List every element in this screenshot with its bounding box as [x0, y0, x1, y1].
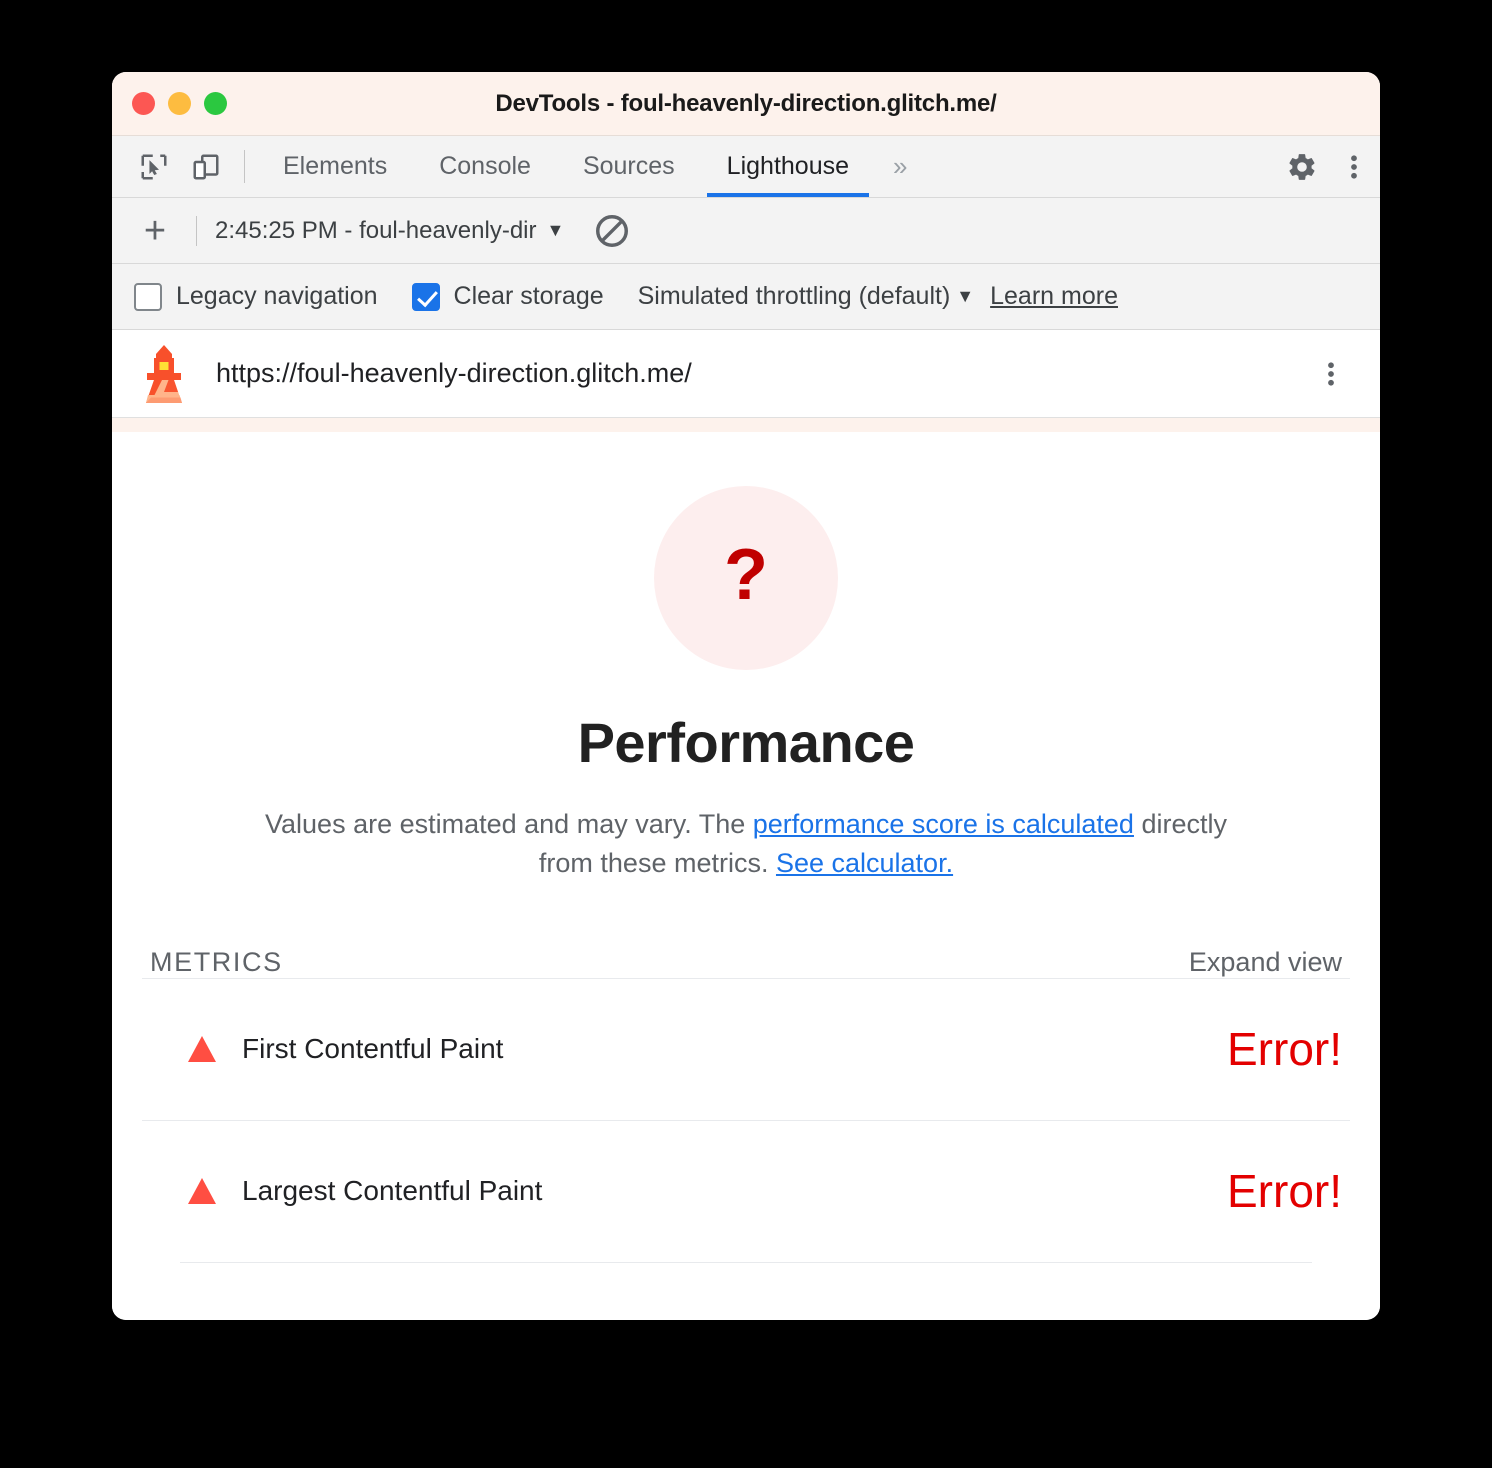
metric-name: Largest Contentful Paint	[242, 1175, 543, 1207]
traffic-light-buttons	[132, 92, 227, 115]
performance-score-gauge: ?	[654, 486, 838, 670]
throttling-select[interactable]: Simulated throttling (default)	[638, 282, 951, 311]
error-triangle-icon	[188, 1178, 216, 1205]
description-part-1: Values are estimated and may vary. The	[265, 809, 753, 839]
lighthouse-logo-icon	[138, 343, 190, 405]
gear-icon	[1286, 151, 1318, 183]
error-triangle-icon	[188, 1036, 216, 1063]
legacy-navigation-setting[interactable]: Legacy navigation	[134, 282, 378, 311]
table-row[interactable]: First Contentful Paint Error!	[142, 977, 1350, 1120]
no-entry-icon	[593, 212, 631, 250]
kebab-menu-icon	[1339, 152, 1369, 182]
tab-console-label: Console	[439, 152, 531, 180]
score-value: ?	[724, 535, 768, 615]
category-description: Values are estimated and may vary. The p…	[246, 805, 1246, 883]
report-url-header: https://foul-heavenly-direction.glitch.m…	[112, 330, 1380, 418]
clear-storage-checkbox[interactable]	[411, 282, 440, 311]
new-audit-button[interactable]: +	[132, 208, 178, 254]
inspect-element-button[interactable]	[128, 136, 180, 197]
lighthouse-run-toolbar: + 2:45:25 PM - foul-heavenly-dir ▼	[112, 198, 1380, 264]
close-window-button[interactable]	[132, 92, 155, 115]
devtools-main-menu-button[interactable]	[1328, 152, 1380, 182]
window-title: DevTools - foul-heavenly-direction.glitc…	[495, 89, 997, 117]
report-options-button[interactable]	[1306, 349, 1356, 399]
plus-icon: +	[143, 209, 167, 252]
metric-name: First Contentful Paint	[242, 1033, 504, 1065]
report-select-value: 2:45:25 PM - foul-heavenly-dir	[215, 216, 537, 244]
chevron-double-right-icon: »	[893, 151, 908, 181]
tabstrip-right-actions	[1251, 136, 1380, 197]
see-calculator-link[interactable]: See calculator.	[776, 848, 953, 878]
zoom-window-button[interactable]	[204, 92, 227, 115]
lighthouse-report-body: ? Performance Values are estimated and m…	[112, 432, 1380, 1320]
tab-sources-label: Sources	[582, 152, 675, 180]
legacy-navigation-checkbox[interactable]	[134, 282, 162, 311]
tab-lighthouse-label: Lighthouse	[726, 152, 849, 180]
expand-view-toggle[interactable]: Expand view	[1189, 947, 1342, 978]
toolbar-divider	[244, 150, 245, 183]
device-toolbar-icon	[191, 152, 221, 182]
learn-more-link[interactable]: Learn more	[990, 282, 1118, 311]
metrics-heading: METRICS	[150, 946, 283, 977]
performance-score-calculated-link[interactable]: performance score is calculated	[753, 809, 1134, 839]
minimize-window-button[interactable]	[168, 92, 191, 115]
throttling-value: Simulated throttling (default)	[637, 282, 951, 310]
audited-url: https://foul-heavenly-direction.glitch.m…	[216, 358, 692, 388]
devtools-window: DevTools - foul-heavenly-direction.glitc…	[112, 72, 1380, 1320]
run-toolbar-divider	[196, 215, 197, 246]
settings-button[interactable]	[1276, 151, 1328, 183]
page-title: Performance	[577, 711, 915, 774]
report-select[interactable]: 2:45:25 PM - foul-heavenly-dir ▼	[215, 217, 564, 245]
table-row[interactable]: Largest Contentful Paint Error!	[142, 1119, 1350, 1262]
metric-value: Error!	[1227, 1165, 1342, 1218]
clear-all-reports-button[interactable]	[590, 209, 634, 253]
metrics-bottom-divider	[180, 1261, 1312, 1263]
tab-sources[interactable]: Sources	[557, 136, 701, 197]
tab-console[interactable]: Console	[413, 136, 557, 197]
tab-lighthouse[interactable]: Lighthouse	[701, 136, 875, 197]
chevron-down-icon: ▼	[546, 220, 565, 240]
clear-storage-setting[interactable]: Clear storage	[411, 282, 604, 311]
metrics-section: METRICS Expand view First Contentful Pai…	[112, 947, 1380, 1263]
device-toolbar-button[interactable]	[180, 136, 232, 197]
tab-elements[interactable]: Elements	[257, 136, 413, 197]
throttling-chevron-down-icon[interactable]: ▼	[956, 286, 974, 307]
window-titlebar: DevTools - foul-heavenly-direction.glitc…	[112, 72, 1380, 136]
inspect-element-icon	[139, 152, 169, 182]
metrics-header: METRICS Expand view	[142, 947, 1350, 978]
tab-elements-label: Elements	[283, 152, 388, 180]
clear-storage-label: Clear storage	[453, 282, 604, 310]
legacy-navigation-label: Legacy navigation	[176, 282, 378, 310]
kebab-menu-icon	[1316, 359, 1346, 389]
devtools-tabstrip: Elements Console Sources Lighthouse »	[112, 136, 1380, 198]
metric-value: Error!	[1227, 1023, 1342, 1076]
report-accent-strip	[112, 418, 1380, 432]
more-tabs-button[interactable]: »	[875, 136, 925, 197]
lighthouse-settings-row: Legacy navigation Clear storage Simulate…	[112, 264, 1380, 330]
panel-tabs: Elements Console Sources Lighthouse »	[257, 136, 1251, 197]
